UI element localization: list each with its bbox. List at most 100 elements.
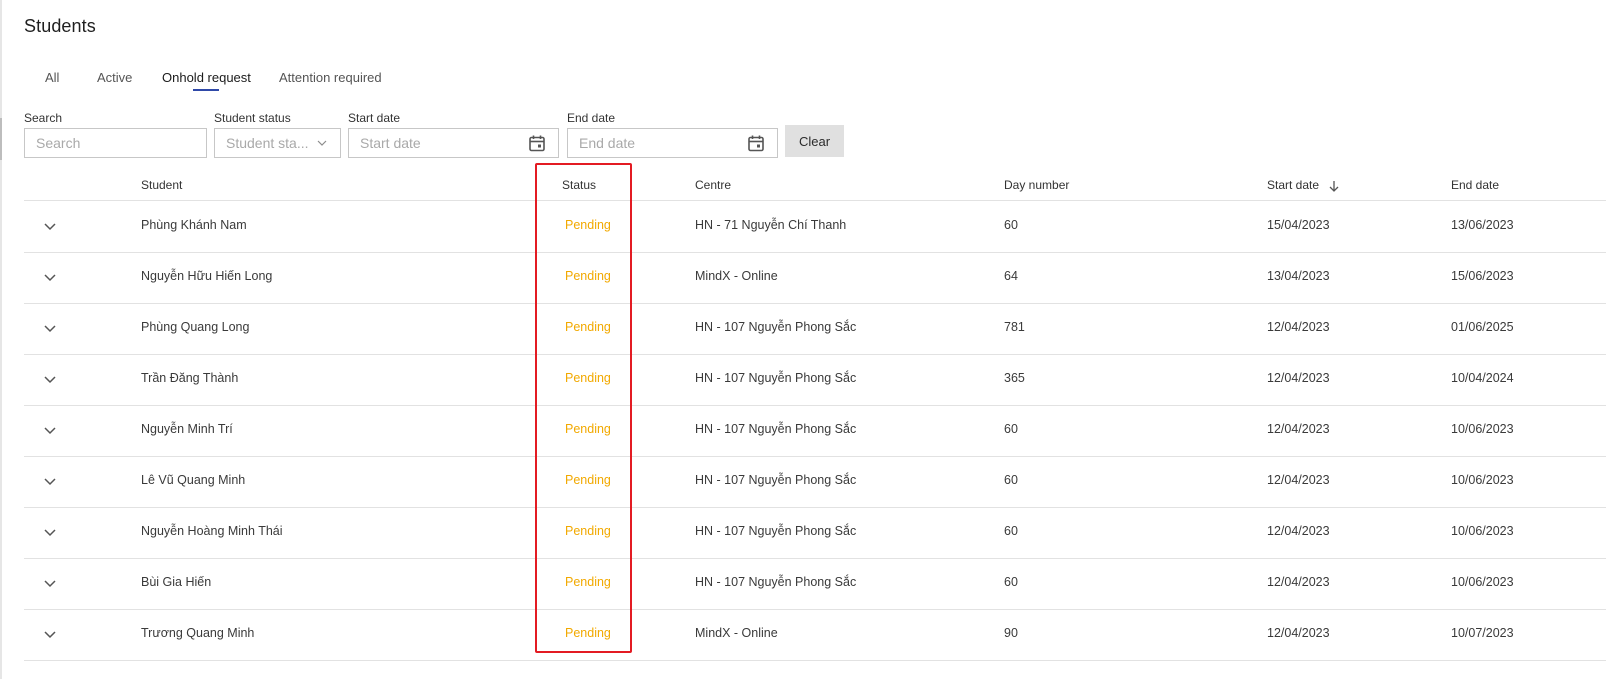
table-row[interactable]: Lê Vũ Quang Minh Pending HN - 107 Nguyễn P…: [24, 456, 1606, 507]
left-scroll-handle[interactable]: [0, 118, 2, 160]
end-date-cell: 10/06/2023: [1451, 473, 1514, 487]
expand-row-chevron-icon[interactable]: [43, 476, 57, 486]
status-cell: Pending: [565, 422, 611, 436]
start-date-cell: 13/04/2023: [1267, 269, 1330, 283]
centre-cell: HN - 107 Nguyễn Phong Sắc: [695, 371, 857, 385]
start-date-cell: 15/04/2023: [1267, 218, 1330, 232]
status-cell: Pending: [565, 218, 611, 232]
student-name-cell: Lê Vũ Quang Minh: [141, 473, 246, 487]
table-row[interactable]: Bùi Gia Hiến Pending HN - 107 Nguyễn Phong…: [24, 558, 1606, 609]
student-name-cell: Trương Quang Minh: [141, 626, 255, 640]
page-title: Students: [24, 16, 96, 36]
active-tab-indicator: [193, 89, 219, 91]
start-date-label: Start date: [348, 111, 401, 125]
end-date-cell: 10/07/2023: [1451, 626, 1514, 640]
end-date-cell: 10/04/2024: [1451, 371, 1514, 385]
start-date-cell: 12/04/2023: [1267, 473, 1330, 487]
tab-active[interactable]: Active: [97, 70, 132, 85]
tab-all[interactable]: All: [45, 70, 59, 85]
table-row[interactable]: Nguyễn Hữu Hiến Long Pending MindX - Onlin…: [24, 252, 1606, 303]
start-date-cell: 12/04/2023: [1267, 524, 1330, 538]
end-date-cell: 10/06/2023: [1451, 575, 1514, 589]
expand-row-chevron-icon[interactable]: [43, 221, 57, 231]
student-status-placeholder: Student sta...: [226, 135, 309, 151]
start-date-cell: 12/04/2023: [1267, 575, 1330, 589]
day-number-cell: 60: [1004, 218, 1018, 232]
student-name-cell: Bùi Gia Hiến: [141, 575, 212, 589]
column-header-end-date[interactable]: End date: [1451, 178, 1499, 192]
end-date-label: End date: [567, 111, 616, 125]
expand-row-chevron-icon[interactable]: [43, 425, 57, 435]
status-cell: Pending: [565, 473, 611, 487]
students-page: Students All Active Onhold request Atten…: [0, 0, 1606, 679]
table-row[interactable]: Phùng Khánh Nam Pending HN - 71 Nguyễn Chí…: [24, 201, 1606, 252]
centre-cell: HN - 107 Nguyễn Phong Sắc: [695, 575, 857, 589]
expand-row-chevron-icon[interactable]: [43, 629, 57, 639]
day-number-cell: 60: [1004, 422, 1018, 436]
table-row[interactable]: Trương Quang Minh Pending MindX - Online 90…: [24, 609, 1606, 660]
clear-button[interactable]: Clear: [785, 125, 844, 157]
expand-row-chevron-icon[interactable]: [43, 578, 57, 588]
student-status-label: Student status: [214, 111, 291, 125]
centre-cell: HN - 107 Nguyễn Phong Sắc: [695, 320, 857, 334]
end-date-cell: 13/06/2023: [1451, 218, 1514, 232]
calendar-icon[interactable]: [528, 134, 546, 152]
table-row[interactable]: Nguyễn Hoàng Minh Thái Pending HN - 107 Ng…: [24, 507, 1606, 558]
student-name-cell: Nguyễn Hoàng Minh Thái: [141, 524, 283, 538]
status-cell: Pending: [565, 269, 611, 283]
end-date-cell: 01/06/2025: [1451, 320, 1514, 334]
column-header-status[interactable]: Status: [562, 178, 596, 192]
table-row[interactable]: Phùng Quang Long Pending HN - 107 Nguyễn P…: [24, 303, 1606, 354]
student-name-cell: Nguyễn Minh Trí: [141, 422, 233, 436]
end-date-cell: 10/06/2023: [1451, 422, 1514, 436]
left-edge-bar: [0, 0, 2, 679]
centre-cell: HN - 71 Nguyễn Chí Thanh: [695, 218, 847, 232]
start-date-cell: 12/04/2023: [1267, 422, 1330, 436]
end-date-cell: 15/06/2023: [1451, 269, 1514, 283]
search-input[interactable]: [24, 128, 207, 158]
calendar-icon[interactable]: [747, 134, 765, 152]
centre-cell: MindX - Online: [695, 269, 778, 283]
chevron-down-icon: [317, 140, 327, 146]
day-number-cell: 365: [1004, 371, 1025, 385]
day-number-cell: 64: [1004, 269, 1018, 283]
column-header-student[interactable]: Student: [141, 178, 182, 192]
tab-attention-required[interactable]: Attention required: [279, 70, 382, 85]
student-status-select[interactable]: Student sta...: [214, 128, 341, 158]
tab-onhold-request[interactable]: Onhold request: [162, 70, 251, 85]
expand-row-chevron-icon[interactable]: [43, 272, 57, 282]
start-date-cell: 12/04/2023: [1267, 626, 1330, 640]
start-date-cell: 12/04/2023: [1267, 371, 1330, 385]
status-cell: Pending: [565, 371, 611, 385]
centre-cell: MindX - Online: [695, 626, 778, 640]
start-date-cell: 12/04/2023: [1267, 320, 1330, 334]
row-divider: [24, 660, 1606, 661]
student-name-cell: Nguyễn Hữu Hiến Long: [141, 269, 273, 283]
status-cell: Pending: [565, 320, 611, 334]
day-number-cell: 90: [1004, 626, 1018, 640]
table-row[interactable]: Nguyễn Minh Trí Pending HN - 107 Nguyễn Ph…: [24, 405, 1606, 456]
expand-row-chevron-icon[interactable]: [43, 527, 57, 537]
centre-cell: HN - 107 Nguyễn Phong Sắc: [695, 473, 857, 487]
student-name-cell: Phùng Khánh Nam: [141, 218, 247, 232]
table-row[interactable]: Trần Đăng Thành Pending HN - 107 Nguyễn Ph…: [24, 354, 1606, 405]
student-name-cell: Trần Đăng Thành: [141, 371, 239, 385]
status-cell: Pending: [565, 575, 611, 589]
end-date-cell: 10/06/2023: [1451, 524, 1514, 538]
day-number-cell: 781: [1004, 320, 1025, 334]
arrow-down-icon[interactable]: [1328, 180, 1340, 192]
column-header-day-number[interactable]: Day number: [1004, 178, 1069, 192]
centre-cell: HN - 107 Nguyễn Phong Sắc: [695, 524, 857, 538]
day-number-cell: 60: [1004, 575, 1018, 589]
expand-row-chevron-icon[interactable]: [43, 323, 57, 333]
status-cell: Pending: [565, 626, 611, 640]
day-number-cell: 60: [1004, 524, 1018, 538]
status-cell: Pending: [565, 524, 611, 538]
search-label: Search: [24, 111, 63, 125]
student-name-cell: Phùng Quang Long: [141, 320, 250, 334]
expand-row-chevron-icon[interactable]: [43, 374, 57, 384]
centre-cell: HN - 107 Nguyễn Phong Sắc: [695, 422, 857, 436]
column-header-start-date[interactable]: Start date: [1267, 178, 1319, 192]
day-number-cell: 60: [1004, 473, 1018, 487]
column-header-centre[interactable]: Centre: [695, 178, 731, 192]
